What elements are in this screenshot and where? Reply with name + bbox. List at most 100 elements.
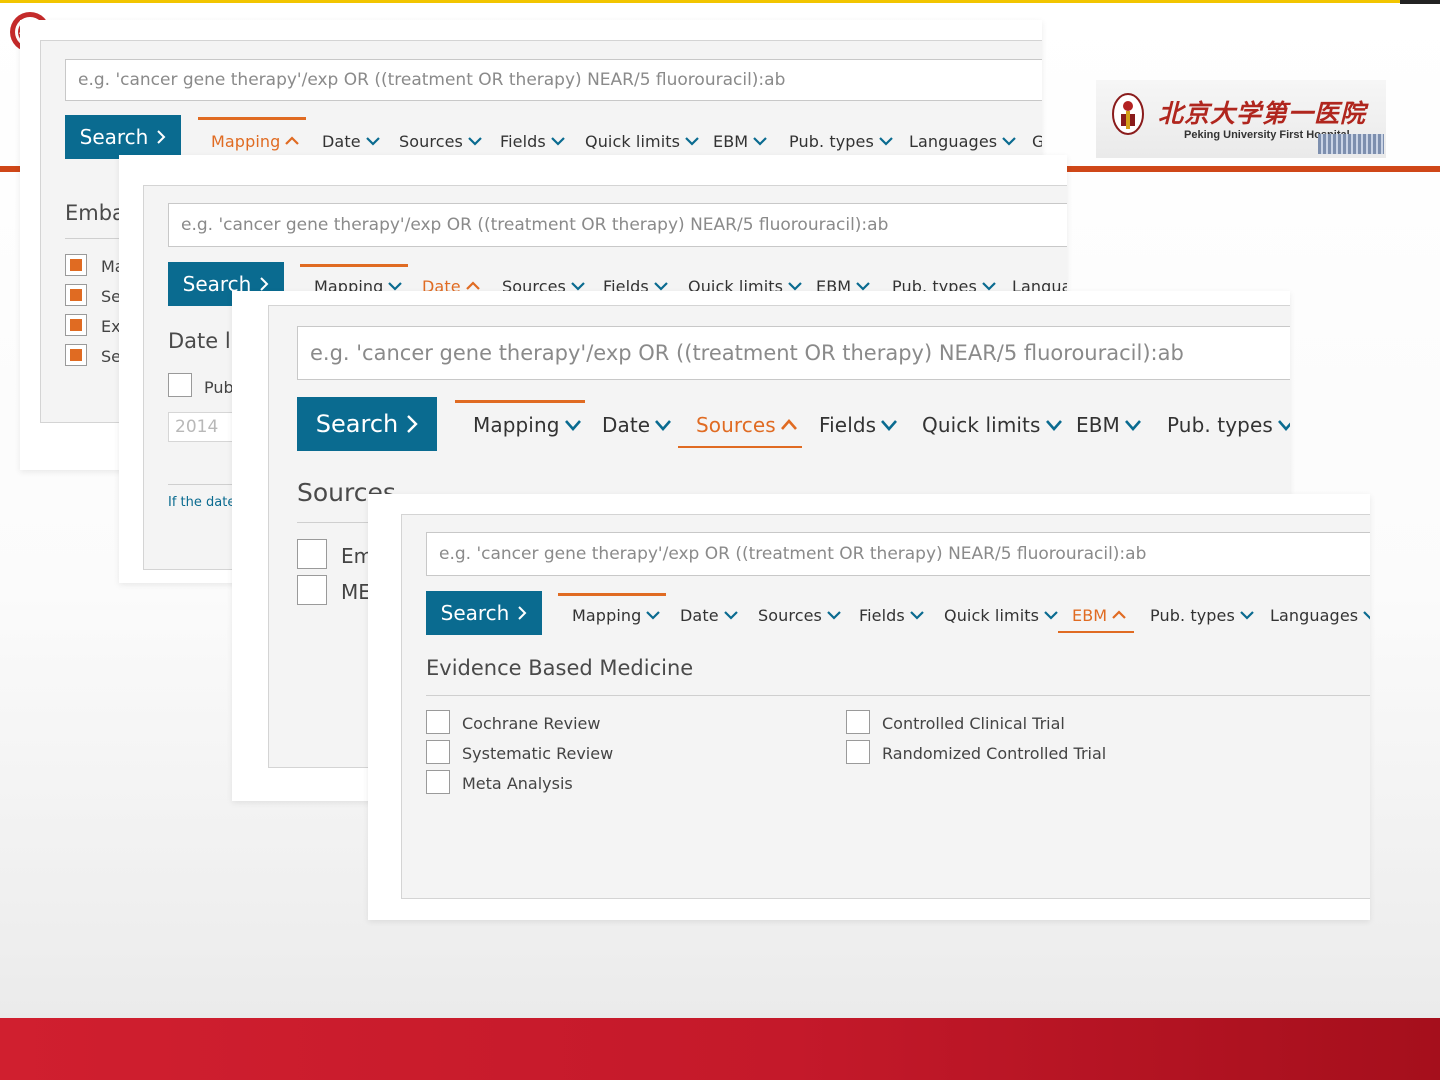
tab-date[interactable]: Date xyxy=(322,129,381,153)
chevron-down-icon xyxy=(1363,611,1370,620)
mapping-tab-indicator xyxy=(198,117,306,120)
search-input[interactable]: e.g. 'cancer gene therapy'/exp OR ((trea… xyxy=(297,326,1290,380)
tab-ebm[interactable]: EBM xyxy=(1072,603,1127,627)
chevron-down-icon xyxy=(365,137,380,146)
tab-sources-label: Sources xyxy=(399,131,463,151)
mapping-tab-indicator xyxy=(558,593,666,596)
tab-mapping[interactable]: Mapping xyxy=(572,603,661,627)
tab-date[interactable]: Date xyxy=(602,410,672,440)
mapping-option-3: Ex xyxy=(101,317,121,336)
tab-pub-types-label: Pub. types xyxy=(1150,605,1235,625)
tab-quick-limits[interactable]: Quick limits xyxy=(585,129,700,153)
tab-pub-types[interactable]: Pub. types xyxy=(789,129,894,153)
source-checkbox-medline[interactable] xyxy=(297,575,327,605)
hospital-logo: 北京大学第一医院 Peking University First Hospita… xyxy=(1096,80,1386,158)
search-input[interactable]: e.g. 'cancer gene therapy'/exp OR ((trea… xyxy=(65,59,1042,101)
chevron-down-icon xyxy=(723,611,738,620)
tab-quick-limits[interactable]: Quick limits xyxy=(944,603,1059,627)
ebm-panel-screenshot: e.g. 'cancer gene therapy'/exp OR ((trea… xyxy=(368,494,1370,920)
footer-bar xyxy=(0,1018,1440,1080)
chevron-down-icon xyxy=(879,137,893,146)
ebm-checkbox-controlled-clinical-trial[interactable] xyxy=(846,710,870,734)
chevron-down-icon xyxy=(1002,137,1016,146)
mapping-tab-indicator xyxy=(300,264,408,267)
source-label-medline: ME xyxy=(341,580,371,604)
tab-ebm[interactable]: EBM xyxy=(713,129,768,153)
chevron-down-icon xyxy=(551,137,565,146)
mapping-checkbox-4[interactable] xyxy=(65,344,87,366)
tab-mapping[interactable]: Mapping xyxy=(473,410,582,440)
mapping-checkbox-2[interactable] xyxy=(65,284,87,306)
tab-quick-limits[interactable]: Quick limits xyxy=(922,410,1063,440)
tab-fields-label: Fields xyxy=(500,131,546,151)
chevron-down-icon xyxy=(646,611,661,620)
tab-g-truncated[interactable]: G xyxy=(1032,129,1042,153)
publication-date-label: Pub xyxy=(204,378,234,397)
tab-quick-limits-label: Quick limits xyxy=(922,413,1041,437)
chevron-down-icon xyxy=(1124,420,1141,431)
chevron-right-icon xyxy=(407,415,418,433)
chevron-down-icon xyxy=(571,282,585,291)
source-checkbox-embase[interactable] xyxy=(297,539,327,569)
tab-pub-types[interactable]: Pub. types xyxy=(1167,410,1290,440)
tab-date[interactable]: Date xyxy=(680,603,739,627)
publication-date-checkbox[interactable] xyxy=(168,373,192,397)
tab-pub-types[interactable]: Pub. types xyxy=(1150,603,1255,627)
chevron-up-icon xyxy=(1112,610,1126,619)
sources-tab-underline xyxy=(678,446,802,448)
chevron-down-icon xyxy=(685,137,699,146)
logo-stripes xyxy=(1318,134,1384,154)
tab-ebm[interactable]: EBM xyxy=(1076,410,1142,440)
tab-fields[interactable]: Fields xyxy=(500,129,566,153)
tab-ebm-label: EBM xyxy=(1072,605,1108,625)
chevron-up-icon xyxy=(465,281,480,290)
tab-sources[interactable]: Sources xyxy=(758,603,842,627)
tab-mapping[interactable]: Mapping xyxy=(211,129,300,153)
hospital-emblem-icon xyxy=(1112,93,1144,135)
mapping-tab-indicator xyxy=(455,400,585,403)
tab-fields[interactable]: Fields xyxy=(859,603,925,627)
section-title-embase: Emba xyxy=(65,201,125,225)
ebm-label-meta-analysis: Meta Analysis xyxy=(462,774,573,793)
chevron-down-icon xyxy=(1044,611,1058,620)
date-note: If the date xyxy=(168,495,236,510)
ebm-panel: e.g. 'cancer gene therapy'/exp OR ((trea… xyxy=(401,514,1370,899)
mapping-checkbox-3[interactable] xyxy=(65,314,87,336)
mapping-checkbox-1[interactable] xyxy=(65,254,87,276)
chevron-down-icon xyxy=(468,137,482,146)
section-title-ebm: Evidence Based Medicine xyxy=(426,656,694,680)
mapping-option-2: Se xyxy=(101,287,121,306)
tab-sources[interactable]: Sources xyxy=(399,129,483,153)
chevron-down-icon xyxy=(655,420,672,431)
tab-sources-label: Sources xyxy=(758,605,822,625)
chevron-down-icon xyxy=(753,137,767,146)
tab-languages[interactable]: Languages xyxy=(1270,603,1370,627)
chevron-down-icon xyxy=(564,420,581,431)
search-input[interactable]: e.g. 'cancer gene therapy'/exp OR ((trea… xyxy=(168,203,1067,247)
tab-sources[interactable]: Sources xyxy=(696,410,798,440)
search-button[interactable]: Search xyxy=(426,591,542,635)
tab-ebm-label: EBM xyxy=(713,131,749,151)
chevron-up-icon xyxy=(780,419,797,430)
ebm-label-systematic-review: Systematic Review xyxy=(462,744,614,763)
chevron-right-icon xyxy=(518,606,527,620)
tab-fields-label: Fields xyxy=(819,413,877,437)
tab-date-label: Date xyxy=(680,605,719,625)
chevron-down-icon xyxy=(881,420,898,431)
search-button[interactable]: Search xyxy=(297,397,437,451)
ebm-label-randomized-controlled-trial: Randomized Controlled Trial xyxy=(882,744,1107,763)
search-button[interactable]: Search xyxy=(65,115,181,159)
ebm-checkbox-cochrane-review[interactable] xyxy=(426,710,450,734)
ebm-checkbox-systematic-review[interactable] xyxy=(426,740,450,764)
chevron-down-icon xyxy=(827,611,841,620)
chevron-down-icon xyxy=(1045,420,1062,431)
tab-fields[interactable]: Fields xyxy=(819,410,898,440)
ebm-label-cochrane-review: Cochrane Review xyxy=(462,714,601,733)
tab-languages[interactable]: Languages xyxy=(909,129,1017,153)
ebm-checkbox-meta-analysis[interactable] xyxy=(426,770,450,794)
ebm-checkbox-randomized-controlled-trial[interactable] xyxy=(846,740,870,764)
search-input[interactable]: e.g. 'cancer gene therapy'/exp OR ((trea… xyxy=(426,532,1370,576)
tab-pub-types-label: Pub. types xyxy=(789,131,874,151)
tab-date-label: Date xyxy=(322,131,361,151)
search-button-label: Search xyxy=(79,125,149,149)
